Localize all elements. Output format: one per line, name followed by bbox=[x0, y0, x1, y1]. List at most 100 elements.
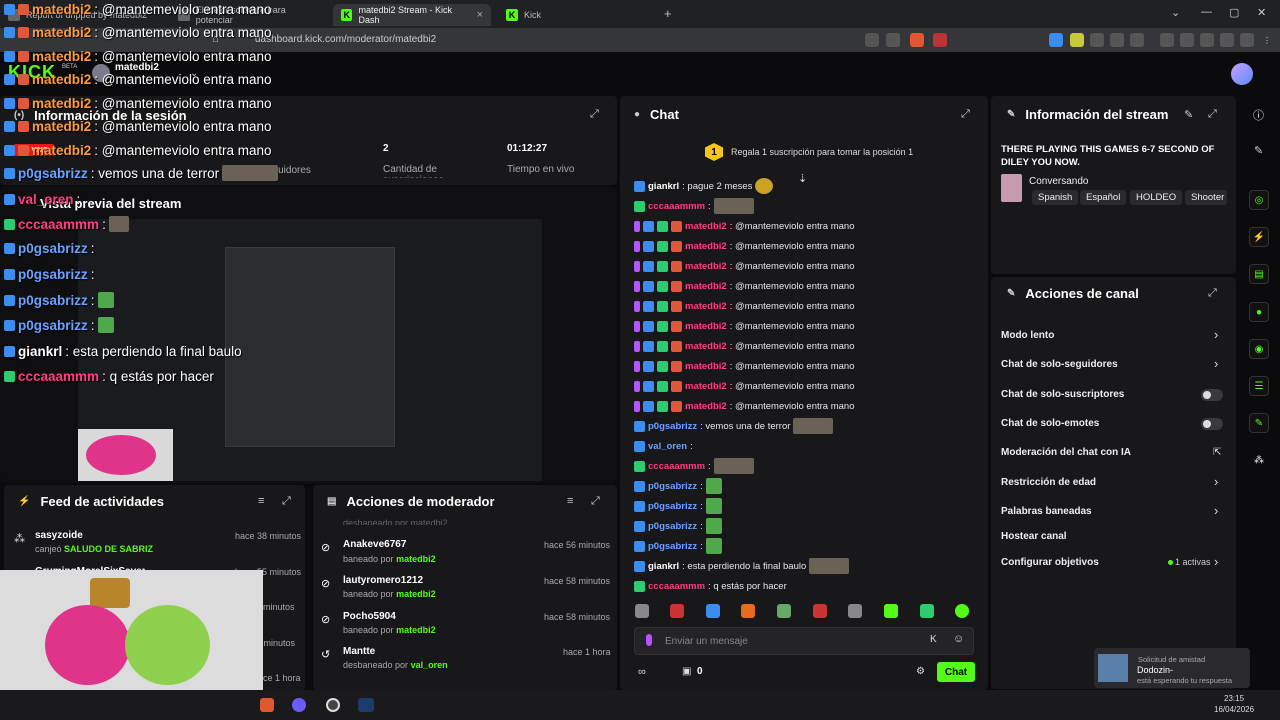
media-icon[interactable] bbox=[1160, 33, 1174, 47]
mod-action-user[interactable]: Pocho5904 bbox=[343, 611, 396, 622]
friend-request-toast[interactable]: Solicitud de amistad Dodozin- está esper… bbox=[1094, 648, 1250, 688]
brave-rewards-icon[interactable] bbox=[933, 33, 947, 47]
chat-username[interactable]: val_oren bbox=[648, 441, 687, 452]
chat-username[interactable]: matedbi2 bbox=[685, 221, 727, 232]
new-tab-icon[interactable]: + bbox=[664, 6, 672, 21]
obs-taskbar-icon[interactable] bbox=[326, 698, 340, 712]
edit-icon[interactable]: ✎ bbox=[1184, 108, 1193, 121]
toolbar-more-icon[interactable]: ⁂ bbox=[1254, 455, 1264, 466]
close-window-icon[interactable]: ✕ bbox=[1257, 6, 1266, 19]
extension-icon[interactable] bbox=[865, 33, 879, 47]
maximize-icon[interactable]: ▢ bbox=[1229, 6, 1239, 19]
goals-row[interactable]: Configurar objetivos bbox=[1001, 557, 1099, 568]
chevron-right-icon[interactable]: › bbox=[1214, 503, 1218, 518]
toolbar-broadcast-icon[interactable]: ◉ bbox=[1249, 339, 1269, 359]
emote-icon[interactable] bbox=[884, 604, 898, 618]
category-thumbnail[interactable] bbox=[1001, 174, 1022, 202]
chat-username[interactable]: giankrl bbox=[648, 561, 679, 572]
wallet-icon[interactable] bbox=[1200, 33, 1214, 47]
gift-icon[interactable]: ▣ bbox=[682, 666, 691, 677]
extension-icon[interactable] bbox=[1070, 33, 1084, 47]
slow-mode-row[interactable]: Modo lento bbox=[1001, 330, 1054, 341]
kick-emote-icon[interactable]: K bbox=[930, 634, 937, 645]
close-tab-icon[interactable]: × bbox=[477, 9, 483, 21]
chevron-right-icon[interactable]: › bbox=[1214, 474, 1218, 489]
minimize-icon[interactable]: — bbox=[1201, 6, 1212, 18]
edit-pencil-icon[interactable]: ✎ bbox=[1254, 144, 1263, 157]
expand-icon[interactable]: ⤢ bbox=[590, 108, 602, 120]
emote-icon[interactable] bbox=[920, 604, 934, 618]
send-chat-button[interactable]: Chat bbox=[937, 662, 975, 682]
chat-username[interactable]: p0gsabrizz bbox=[648, 541, 697, 552]
chat-input[interactable]: Enviar un mensaje bbox=[634, 627, 974, 655]
toolbar-camera-icon[interactable]: ◎ bbox=[1249, 190, 1269, 210]
leo-icon[interactable] bbox=[1220, 33, 1234, 47]
emote-icon[interactable] bbox=[777, 604, 791, 618]
chat-username[interactable]: matedbi2 bbox=[685, 341, 727, 352]
sidebar-icon[interactable] bbox=[1180, 33, 1194, 47]
emoji-icon[interactable]: ☺ bbox=[953, 633, 964, 645]
chevron-right-icon[interactable]: › bbox=[1214, 554, 1218, 569]
mod-action-user[interactable]: lautyromero1212 bbox=[343, 575, 423, 586]
chevron-right-icon[interactable]: › bbox=[1214, 327, 1218, 342]
app-taskbar-icon[interactable] bbox=[292, 698, 306, 712]
host-channel-row[interactable]: Hostear canal bbox=[1001, 531, 1067, 542]
expand-icon[interactable]: ⤢ bbox=[591, 495, 603, 507]
extension-icon[interactable] bbox=[1090, 33, 1104, 47]
chat-username[interactable]: matedbi2 bbox=[685, 361, 727, 372]
brave-shield-icon[interactable] bbox=[910, 33, 924, 47]
browser-tab[interactable]: K Kick bbox=[498, 4, 658, 26]
expand-icon[interactable]: ⤢ bbox=[282, 495, 294, 507]
chat-username[interactable]: matedbi2 bbox=[685, 321, 727, 332]
chat-username[interactable]: p0gsabrizz bbox=[648, 501, 697, 512]
menu-icon[interactable]: ⋮ bbox=[1260, 33, 1274, 47]
scroll-down-icon[interactable]: ⇣ bbox=[798, 172, 807, 185]
chat-username[interactable]: cccaaammm bbox=[648, 201, 705, 212]
expand-icon[interactable]: ⤢ bbox=[1208, 108, 1220, 120]
toolbar-list-icon[interactable]: ☰ bbox=[1249, 376, 1269, 396]
toolbar-doc-icon[interactable]: ▤ bbox=[1249, 264, 1269, 284]
emote-icon[interactable] bbox=[848, 604, 862, 618]
toolbar-chat-icon[interactable]: ● bbox=[1249, 302, 1269, 322]
chat-username[interactable]: p0gsabrizz bbox=[648, 421, 697, 432]
chat-username[interactable]: matedbi2 bbox=[685, 281, 727, 292]
info-icon[interactable]: ⓘ bbox=[1253, 107, 1264, 123]
gift-sub-text[interactable]: Regala 1 suscripción para tomar la posic… bbox=[731, 147, 913, 157]
expand-icon[interactable]: ⤢ bbox=[1208, 287, 1220, 299]
chat-username[interactable]: cccaaammm bbox=[648, 581, 705, 592]
emote-icon[interactable] bbox=[813, 604, 827, 618]
subscribers-only-toggle[interactable] bbox=[1201, 389, 1223, 401]
chat-username[interactable]: p0gsabrizz bbox=[648, 521, 697, 532]
chat-username[interactable]: p0gsabrizz bbox=[648, 481, 697, 492]
chat-username[interactable]: matedbi2 bbox=[685, 401, 727, 412]
feed-user[interactable]: sasyzoide bbox=[35, 530, 83, 541]
emote-only-toggle[interactable] bbox=[1201, 418, 1223, 430]
mod-action-user[interactable]: Mantte bbox=[343, 646, 375, 657]
toolbar-bolt-icon[interactable]: ⚡ bbox=[1249, 227, 1269, 247]
emote-icon[interactable] bbox=[741, 604, 755, 618]
external-link-icon[interactable]: ⇱ bbox=[1213, 447, 1221, 458]
puzzle-icon[interactable] bbox=[1110, 33, 1124, 47]
chat-settings-icon[interactable]: ∞ bbox=[638, 666, 646, 678]
steam-taskbar-icon[interactable] bbox=[358, 698, 374, 712]
extension-icon[interactable] bbox=[1049, 33, 1063, 47]
age-restriction-row[interactable]: Restricción de edad bbox=[1001, 477, 1096, 488]
tab-search-icon[interactable]: ⌄ bbox=[1171, 6, 1180, 19]
emote-icon[interactable] bbox=[670, 604, 684, 618]
settings-gear-icon[interactable]: ⚙ bbox=[916, 666, 925, 677]
tag-chip[interactable]: Shooter bbox=[1185, 190, 1227, 205]
brave-taskbar-icon[interactable] bbox=[260, 698, 274, 712]
browser-tab-active[interactable]: K matedbi2 Stream - Kick Dash × bbox=[333, 4, 491, 26]
vpn-icon[interactable] bbox=[1240, 33, 1254, 47]
user-avatar[interactable] bbox=[1231, 63, 1253, 85]
chevron-right-icon[interactable]: › bbox=[1214, 356, 1218, 371]
filter-icon[interactable]: ≡ bbox=[258, 495, 264, 507]
share-icon[interactable] bbox=[886, 33, 900, 47]
chat-username[interactable]: matedbi2 bbox=[685, 301, 727, 312]
ai-moderation-row[interactable]: Moderación del chat con IA bbox=[1001, 447, 1131, 458]
toolbar-wrench-icon[interactable]: ✎ bbox=[1249, 413, 1269, 433]
emote-icon[interactable] bbox=[955, 604, 969, 618]
category-name[interactable]: Conversando bbox=[1029, 176, 1088, 187]
emote-icon[interactable] bbox=[706, 604, 720, 618]
extension-icon[interactable] bbox=[1130, 33, 1144, 47]
